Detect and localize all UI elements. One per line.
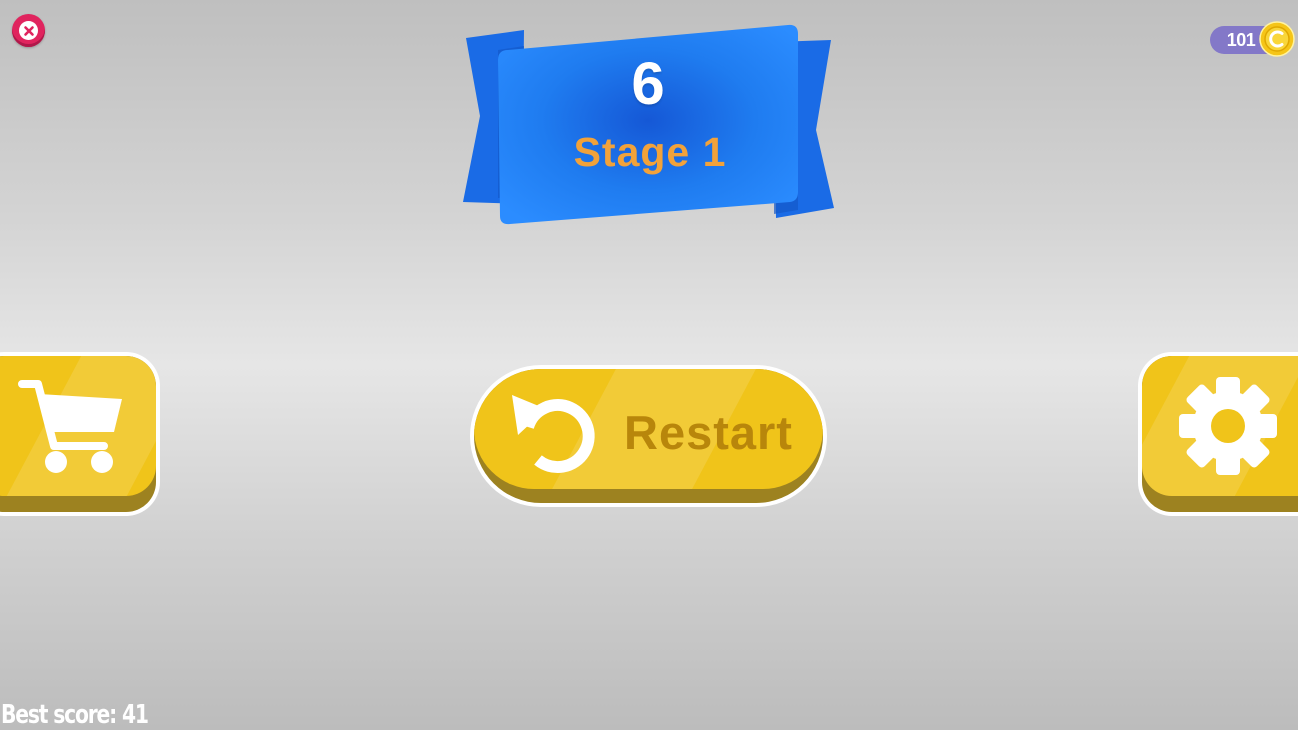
close-icon (19, 21, 38, 40)
settings-button[interactable] (1138, 352, 1298, 516)
restart-button[interactable]: Restart (470, 365, 827, 507)
shopping-cart-icon (14, 374, 124, 483)
stage-label: Stage 1 (573, 129, 727, 175)
shop-button[interactable] (0, 352, 160, 516)
level-number: 6 (631, 50, 665, 117)
coin-icon (1259, 21, 1295, 57)
close-button[interactable] (12, 14, 45, 47)
restart-arrow-icon (508, 389, 604, 490)
best-score: Best score: 41 (1, 700, 149, 730)
restart-label: Restart (624, 406, 793, 459)
gear-icon (1178, 376, 1278, 481)
